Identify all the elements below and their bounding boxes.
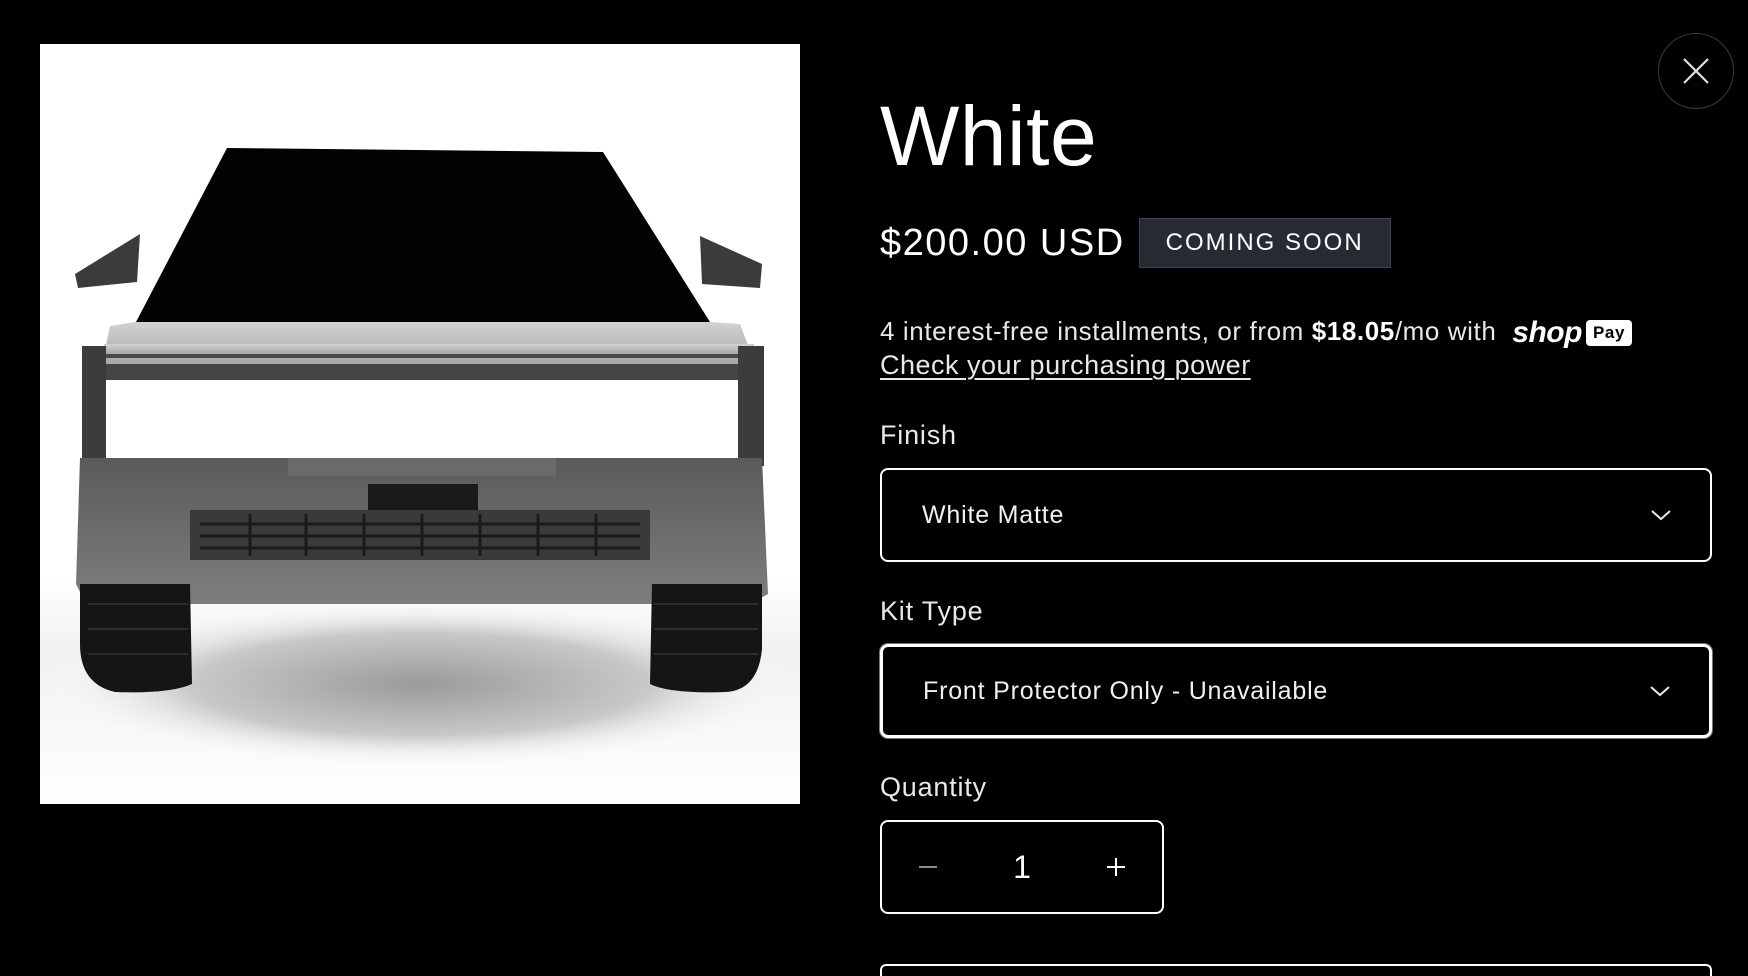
product-image [40,44,800,804]
installments-prefix: 4 interest-free installments, or from [880,316,1312,346]
kit-type-label: Kit Type [880,596,984,626]
decrease-quantity-button[interactable] [882,822,974,912]
quantity-stepper: 1 [880,820,1164,914]
check-purchasing-power-link[interactable]: Check your purchasing power [880,350,1251,381]
shop-pay-logo: shop Pay [1512,314,1633,352]
add-to-cart-button[interactable] [880,964,1712,976]
chevron-down-icon [1650,508,1672,522]
shop-pay-chip: Pay [1585,320,1633,347]
finish-label: Finish [880,420,957,450]
product-price: $200.00 USD [880,222,1125,264]
price-row: $200.00 USD COMING SOON [880,218,1391,268]
close-icon [1683,58,1709,84]
minus-icon [919,866,937,868]
plus-icon [1107,858,1125,876]
kit-type-select[interactable]: Front Protector Only - Unavailable [880,644,1712,738]
close-button[interactable] [1658,33,1734,109]
quantity-value[interactable]: 1 [982,849,1062,886]
kit-type-select-value: Front Protector Only - Unavailable [923,676,1329,705]
installments-amount: $18.05 [1311,316,1395,346]
finish-select[interactable]: White Matte [880,468,1712,562]
shop-pay-word: shop [1512,316,1582,350]
increase-quantity-button[interactable] [1070,822,1162,912]
finish-select-value: White Matte [922,500,1065,529]
installments-text: 4 interest-free installments, or from $1… [880,312,1712,352]
cybertruck-illustration [40,148,800,769]
installments-suffix: /mo with [1394,316,1497,346]
product-title: White [880,89,1098,183]
quantity-label: Quantity [880,772,987,802]
chevron-down-icon [1649,684,1671,698]
status-badge: COMING SOON [1138,218,1391,268]
